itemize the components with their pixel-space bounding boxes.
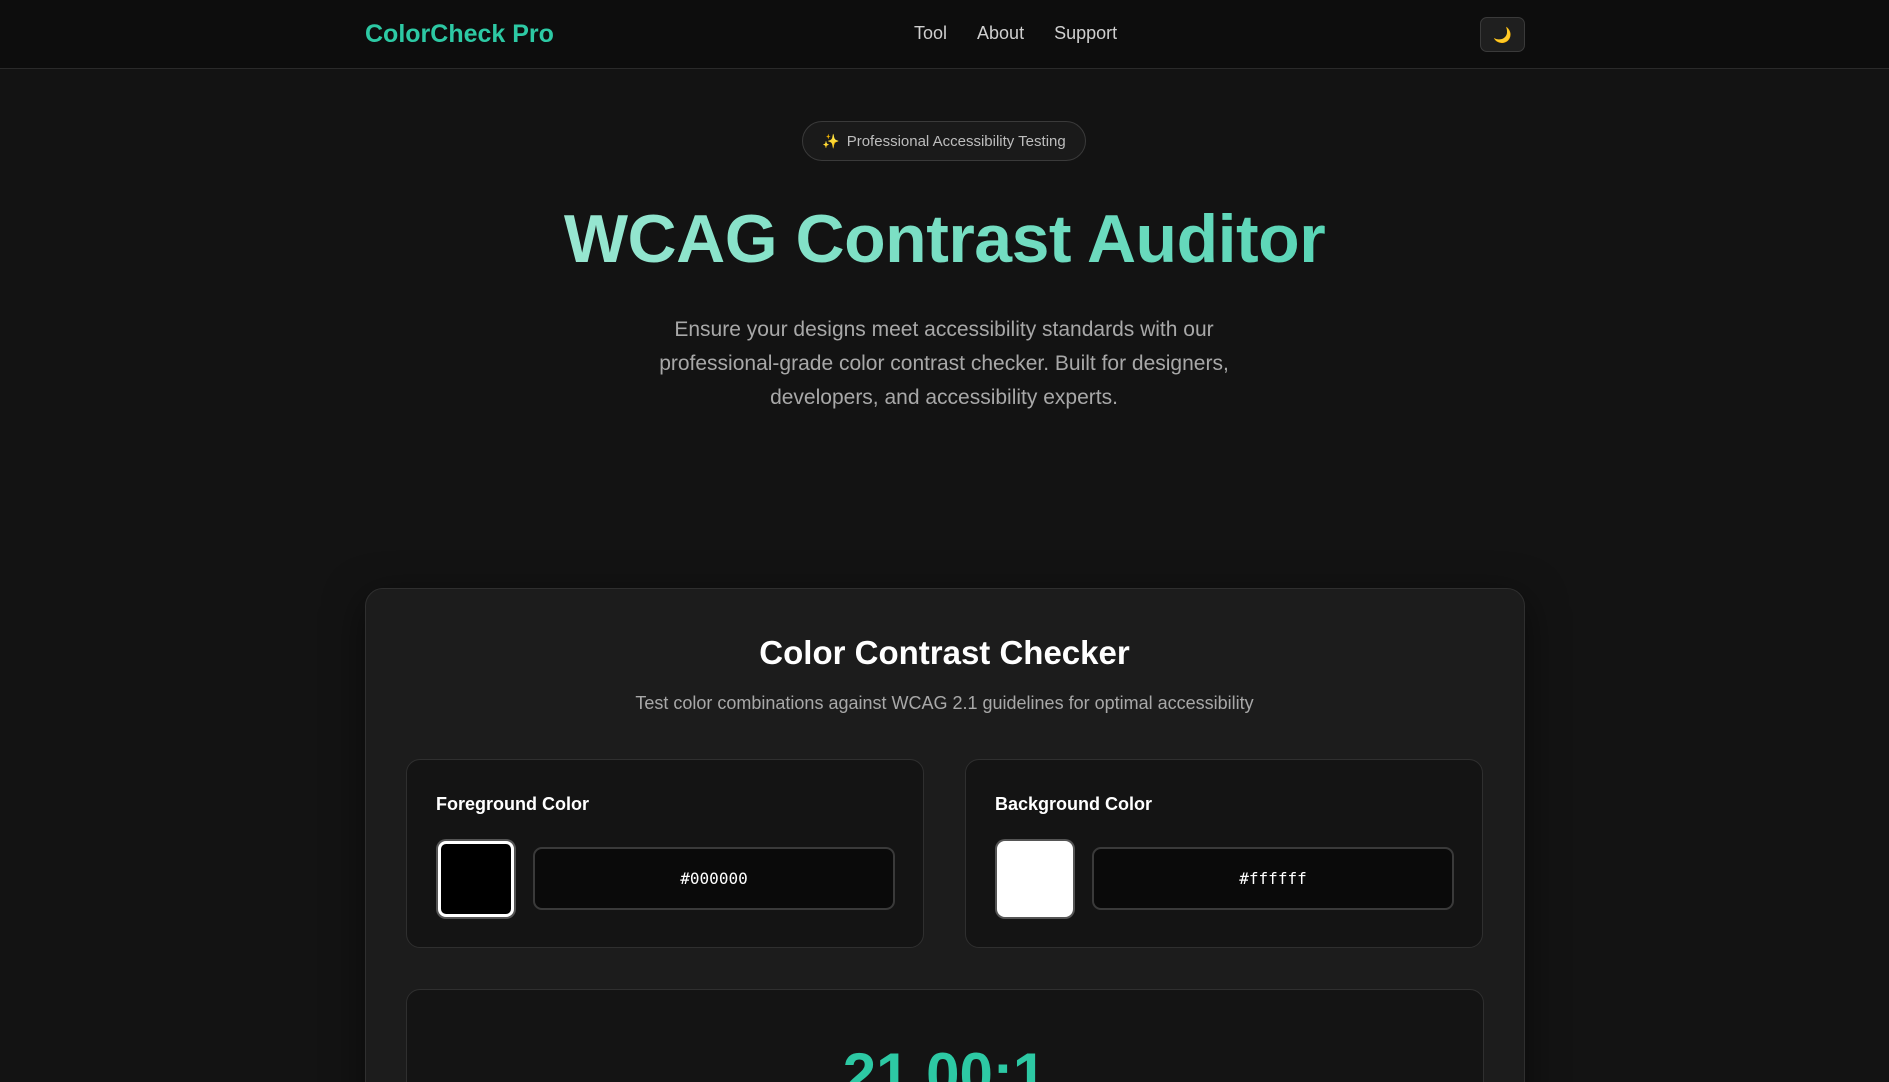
- feature-badge: ✨ Professional Accessibility Testing: [802, 121, 1086, 161]
- checker-subtitle: Test color combinations against WCAG 2.1…: [635, 693, 1254, 713]
- background-hex-input[interactable]: [1092, 847, 1454, 910]
- hero-subtitle: Ensure your designs meet accessibility s…: [659, 318, 1229, 409]
- foreground-color-panel: Foreground Color: [406, 759, 924, 948]
- theme-toggle-button[interactable]: 🌙: [1480, 17, 1525, 52]
- moon-icon: 🌙: [1493, 26, 1512, 44]
- hero-title: WCAG Contrast Auditor: [0, 200, 1889, 278]
- nav-link-tool[interactable]: Tool: [914, 23, 947, 44]
- foreground-color-swatch[interactable]: [438, 841, 514, 917]
- main-nav: Tool About Support: [914, 23, 1117, 44]
- nav-link-support[interactable]: Support: [1054, 23, 1117, 44]
- background-label: Background Color: [995, 794, 1153, 814]
- background-color-swatch[interactable]: [997, 841, 1073, 917]
- foreground-hex-input[interactable]: [533, 847, 895, 910]
- top-navbar: ColorCheck Pro Tool About Support 🌙: [0, 0, 1889, 69]
- checker-title: Color Contrast Checker: [759, 634, 1130, 671]
- feature-badge-text: Professional Accessibility Testing: [846, 132, 1066, 150]
- contrast-ratio-value: 21.00:1: [842, 1041, 1047, 1082]
- brand-logo[interactable]: ColorCheck Pro: [365, 20, 554, 49]
- foreground-label: Foreground Color: [436, 794, 589, 814]
- sparkle-icon: ✨: [822, 132, 840, 149]
- nav-link-about[interactable]: About: [977, 23, 1024, 44]
- background-color-panel: Background Color: [965, 759, 1483, 948]
